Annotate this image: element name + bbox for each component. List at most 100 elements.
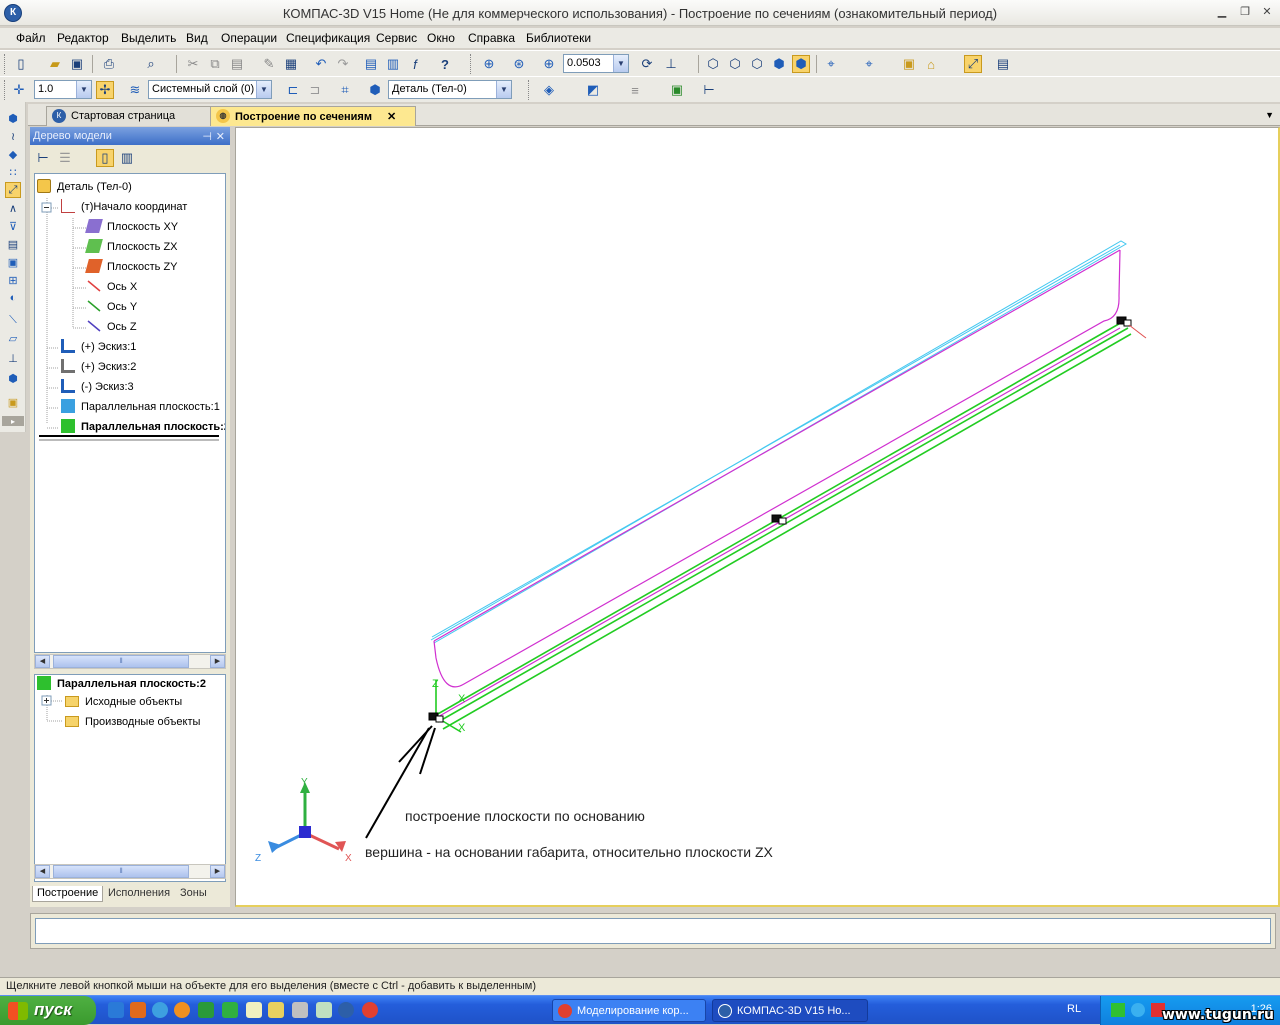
minimize-icon[interactable]: ▁: [1214, 5, 1230, 21]
hidden-lines-icon[interactable]: ⬡: [726, 55, 744, 73]
body-icon[interactable]: ⬢: [366, 81, 384, 99]
redo-icon[interactable]: ↷: [334, 55, 352, 73]
tree-item-axis-x[interactable]: Ось X: [87, 278, 137, 296]
tab-start-page[interactable]: К Стартовая страница: [46, 106, 218, 126]
control-points-icon[interactable]: ⬢: [5, 370, 21, 386]
chrome-icon[interactable]: [362, 1002, 378, 1018]
chevron-down-icon[interactable]: ▼: [496, 81, 511, 98]
app-icon[interactable]: [292, 1002, 308, 1018]
zoom-combo[interactable]: 0.0503 ▼: [563, 54, 629, 73]
model-canvas[interactable]: Z X X Y X Z: [236, 128, 1279, 906]
sketch-mode-icon[interactable]: ⊏: [284, 81, 302, 99]
measure-icon[interactable]: ▣: [668, 81, 686, 99]
app-icon[interactable]: [222, 1002, 238, 1018]
tab-zones[interactable]: Зоны: [176, 886, 211, 902]
scroll-down-icon[interactable]: ▸: [2, 416, 24, 426]
menu-select[interactable]: Выделить: [121, 31, 176, 45]
skype-icon[interactable]: [152, 1002, 168, 1018]
select-filter-icon[interactable]: ⌖: [860, 55, 878, 73]
close-panel-icon[interactable]: ✕: [216, 130, 225, 143]
filter-icon[interactable]: ⌖: [822, 55, 840, 73]
color-icon[interactable]: ◩: [584, 81, 602, 99]
section-icon[interactable]: ≡: [626, 81, 644, 99]
undo-icon[interactable]: ↶: [312, 55, 330, 73]
new-document-icon[interactable]: ▯: [12, 55, 30, 73]
menu-editor[interactable]: Редактор: [57, 31, 109, 45]
tree-item-plane-xy[interactable]: Плоскость XY: [85, 218, 178, 236]
edit-details-icon[interactable]: ⬢: [5, 110, 21, 126]
tab-construction[interactable]: Построение: [32, 886, 104, 902]
surfaces-icon[interactable]: ◆: [5, 146, 21, 162]
detail-icon[interactable]: ▣: [900, 55, 918, 73]
tree-horizontal-scrollbar[interactable]: ◀ ⦀ ▶: [34, 654, 226, 669]
layers-icon[interactable]: ▤: [994, 55, 1012, 73]
sheet-metal-icon[interactable]: ◐: [5, 290, 21, 306]
cut-icon[interactable]: ✂: [184, 55, 202, 73]
ortho-mode-icon[interactable]: ✢: [96, 81, 114, 99]
tab-document[interactable]: ◍ Построение по сечениям ✕: [210, 106, 416, 126]
auxiliary-geometry-icon[interactable]: ⤢: [5, 182, 21, 198]
tree-split-icon[interactable]: ▥: [118, 149, 136, 167]
tree-item-axis-y[interactable]: Ось Y: [87, 298, 137, 316]
scroll-left-icon[interactable]: ◀: [35, 865, 50, 878]
menu-libraries[interactable]: Библиотеки: [526, 31, 591, 45]
dimension-icon[interactable]: ⊢: [700, 81, 718, 99]
restore-icon[interactable]: ❐: [1237, 5, 1253, 21]
rotate-icon[interactable]: ⟳: [638, 55, 656, 73]
bounding-box-icon[interactable]: ▣: [5, 394, 21, 410]
preview-icon[interactable]: ⌕: [142, 55, 160, 73]
tree-item-origin[interactable]: (т)Начало координат: [61, 198, 187, 216]
reports-icon[interactable]: ▣: [5, 254, 21, 270]
parametric-icon[interactable]: ⌗: [336, 81, 354, 99]
spatial-curves-icon[interactable]: ≀: [5, 128, 21, 144]
tree-item-plane-zx[interactable]: Плоскость ZX: [85, 238, 178, 256]
tree-root[interactable]: Деталь (Тел-0): [37, 178, 132, 196]
tree-structure-icon[interactable]: ⊢: [34, 149, 52, 167]
close-tab-icon[interactable]: ✕: [387, 111, 396, 123]
menu-window[interactable]: Окно: [427, 31, 455, 45]
format-painter-icon[interactable]: ✎: [260, 55, 278, 73]
chevron-down-icon[interactable]: ▼: [256, 81, 271, 98]
tree-item-sketch-1[interactable]: (+) Эскиз:1: [61, 338, 136, 356]
tree-item-plane-zy[interactable]: Плоскость ZY: [85, 258, 178, 276]
folder-icon[interactable]: [268, 1002, 284, 1018]
layer-icon[interactable]: ≋: [126, 81, 144, 99]
chevron-down-icon[interactable]: ▼: [613, 55, 628, 72]
relations-horizontal-scrollbar[interactable]: ◀ ⦀ ▶: [34, 864, 226, 879]
derived-objects-item[interactable]: Производные объекты: [65, 713, 200, 731]
properties-field[interactable]: [35, 918, 1271, 944]
tree-item-axis-z[interactable]: Ось Z: [87, 318, 137, 336]
zoom-scale-icon[interactable]: ⊕: [540, 55, 558, 73]
firefox-icon[interactable]: [130, 1002, 146, 1018]
tab-executions[interactable]: Исполнения: [104, 886, 174, 902]
scroll-right-icon[interactable]: ▶: [210, 865, 225, 878]
tree-sort-icon[interactable]: ☰: [56, 149, 74, 167]
start-button[interactable]: пуск: [0, 996, 96, 1025]
elements-icon[interactable]: ⊞: [5, 272, 21, 288]
task-chrome[interactable]: Моделирование кор...: [552, 999, 706, 1022]
halftone-edges-icon[interactable]: ⬢: [792, 55, 810, 73]
app-icon[interactable]: [198, 1002, 214, 1018]
edit-sketch-icon[interactable]: ⊐: [306, 81, 324, 99]
copy-icon[interactable]: ⧉: [206, 55, 224, 73]
variables-icon[interactable]: f: [406, 55, 424, 73]
tray-icon[interactable]: [1111, 1003, 1125, 1017]
model-viewport[interactable]: Z X X Y X Z построение плоскости по осно…: [235, 127, 1280, 907]
step-combo[interactable]: 1.0 ▼: [34, 80, 92, 99]
scroll-thumb[interactable]: ⦀: [53, 865, 189, 878]
media-icon[interactable]: [174, 1002, 190, 1018]
hidden-thin-icon[interactable]: ⬡: [748, 55, 766, 73]
arrays-icon[interactable]: ∷: [5, 164, 21, 180]
orientation-icon[interactable]: ⊥: [662, 55, 680, 73]
toolbar-grip[interactable]: [470, 54, 473, 74]
layer-combo[interactable]: Системный слой (0) ▼: [148, 80, 272, 99]
print-icon[interactable]: ⎙: [100, 55, 118, 73]
tree-item-sketch-2[interactable]: (+) Эскиз:2: [61, 358, 136, 376]
open-folder-icon[interactable]: ▰: [46, 55, 64, 73]
menu-view[interactable]: Вид: [186, 31, 208, 45]
planes-icon[interactable]: ▱: [5, 330, 21, 346]
specification-icon[interactable]: ▤: [5, 236, 21, 252]
scroll-left-icon[interactable]: ◀: [35, 655, 50, 668]
relations-root[interactable]: Параллельная плоскость:2: [37, 675, 206, 693]
library-icon[interactable]: ▥: [384, 55, 402, 73]
